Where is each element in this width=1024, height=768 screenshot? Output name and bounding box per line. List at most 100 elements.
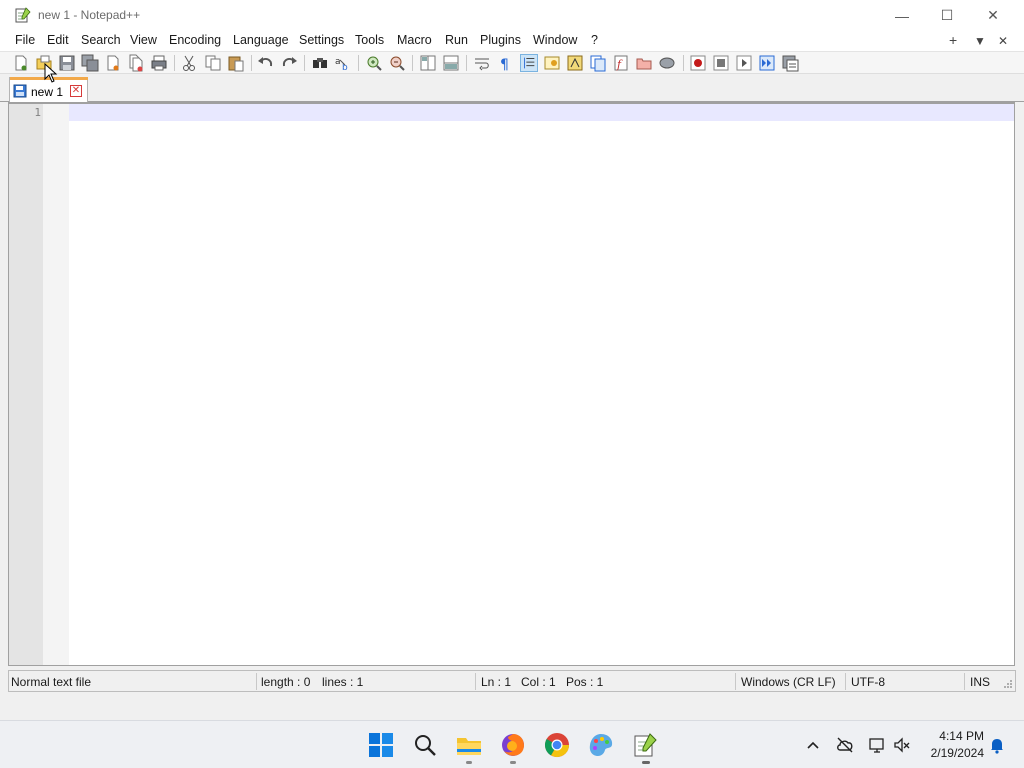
indent-guide-icon[interactable] <box>520 54 538 72</box>
new-tab-button[interactable]: + <box>949 32 957 48</box>
copy-icon[interactable] <box>204 54 222 72</box>
windows-start-icon[interactable] <box>367 731 395 759</box>
menu-file[interactable]: File <box>15 33 35 47</box>
bell-icon[interactable] <box>987 735 1007 755</box>
redo-icon[interactable] <box>280 54 298 72</box>
close-icon: ✕ <box>987 7 999 23</box>
find-icon[interactable] <box>311 54 329 72</box>
close-window-button[interactable]: ✕ <box>970 0 1016 31</box>
show-all-characters-icon[interactable]: ¶ <box>496 54 514 72</box>
close-document-button[interactable]: ✕ <box>998 34 1008 48</box>
menu-plugins[interactable]: Plugins <box>480 33 521 47</box>
save-all-icon[interactable] <box>81 54 99 72</box>
menu-encoding[interactable]: Encoding <box>169 33 221 47</box>
tab-list-button[interactable]: ▼ <box>974 34 986 48</box>
macro-record-icon[interactable] <box>689 54 707 72</box>
paint-icon[interactable] <box>587 731 615 759</box>
status-position: Pos : 1 <box>566 675 604 689</box>
monitoring-icon[interactable] <box>658 54 676 72</box>
search-icon[interactable] <box>411 731 439 759</box>
editor-pane[interactable]: 1 <box>8 102 1015 666</box>
status-length: length : 0 <box>261 675 311 689</box>
zoom-out-icon[interactable] <box>388 54 406 72</box>
new-file-icon[interactable] <box>12 54 30 72</box>
macro-save-icon[interactable] <box>781 54 799 72</box>
status-eol-format[interactable]: Windows (CR LF) <box>741 675 836 689</box>
unsaved-document-icon <box>13 84 27 98</box>
notepad-plus-plus-window: new 1 - Notepad++ — ☐ ✕ File Edit Search… <box>0 0 1024 720</box>
status-insert-mode[interactable]: INS <box>970 675 990 689</box>
cloud-offline-icon[interactable] <box>835 735 855 755</box>
status-separator <box>964 673 965 690</box>
clock-date[interactable]: 2/19/2024 <box>920 746 984 760</box>
menu-macro[interactable]: Macro <box>397 33 432 47</box>
status-encoding[interactable]: UTF-8 <box>851 675 885 689</box>
menu-settings[interactable]: Settings <box>299 33 344 47</box>
minimize-icon: — <box>895 7 909 24</box>
print-icon[interactable] <box>150 54 168 72</box>
window-title: new 1 - Notepad++ <box>38 8 141 22</box>
toolbar-separator <box>174 55 175 71</box>
minimize-button[interactable]: — <box>879 0 925 31</box>
macro-stop-icon[interactable] <box>712 54 730 72</box>
status-line: Ln : 1 <box>481 675 512 689</box>
function-list-icon[interactable]: f <box>612 54 630 72</box>
toolbar-separator <box>412 55 413 71</box>
fold-margin[interactable] <box>43 104 69 665</box>
macro-play-icon[interactable] <box>735 54 753 72</box>
undo-icon[interactable] <box>257 54 275 72</box>
toolbar-separator <box>251 55 252 71</box>
file-explorer-icon[interactable] <box>455 731 483 759</box>
svg-text:¶: ¶ <box>500 57 509 72</box>
toolbar-separator <box>683 55 684 71</box>
resize-grip-icon[interactable] <box>1003 679 1013 689</box>
macro-run-multiple-icon[interactable] <box>758 54 776 72</box>
menu-search[interactable]: Search <box>81 33 121 47</box>
folder-as-workspace-icon[interactable] <box>635 54 653 72</box>
chrome-icon[interactable] <box>543 731 571 759</box>
status-separator <box>256 673 257 690</box>
word-wrap-icon[interactable] <box>473 54 491 72</box>
notepad-plus-plus-app-icon <box>15 7 31 23</box>
menu-window[interactable]: Window <box>533 33 577 47</box>
menu-help[interactable]: ? <box>591 33 598 47</box>
text-area[interactable] <box>69 104 1014 665</box>
volume-muted-icon[interactable] <box>892 735 912 755</box>
running-indicator <box>510 761 516 764</box>
menu-bar: File Edit Search View Encoding Language … <box>0 31 1024 51</box>
line-number: 1 <box>34 106 41 119</box>
chevron-up-icon[interactable] <box>803 735 823 755</box>
status-bar: Normal text file length : 0 lines : 1 Ln… <box>8 670 1016 692</box>
document-list-icon[interactable] <box>589 54 607 72</box>
user-defined-language-icon[interactable] <box>543 54 561 72</box>
close-all-icon[interactable] <box>127 54 145 72</box>
clock-time[interactable]: 4:14 PM <box>928 729 984 743</box>
cut-icon[interactable] <box>181 54 199 72</box>
svg-text:a: a <box>335 57 341 67</box>
firefox-icon[interactable] <box>499 731 527 759</box>
maximize-button[interactable]: ☐ <box>924 0 970 31</box>
close-icon[interactable] <box>104 54 122 72</box>
title-bar[interactable]: new 1 - Notepad++ — ☐ ✕ <box>0 0 1024 31</box>
status-file-type: Normal text file <box>11 675 92 689</box>
replace-icon[interactable]: ab <box>334 54 352 72</box>
sync-vertical-icon[interactable] <box>419 54 437 72</box>
toolbar: ab ¶ f <box>0 51 1024 74</box>
status-separator <box>735 673 736 690</box>
menu-language[interactable]: Language <box>233 33 289 47</box>
running-indicator <box>466 761 472 764</box>
sync-horizontal-icon[interactable] <box>442 54 460 72</box>
zoom-in-icon[interactable] <box>365 54 383 72</box>
menu-edit[interactable]: Edit <box>47 33 69 47</box>
paste-icon[interactable] <box>227 54 245 72</box>
status-column: Col : 1 <box>521 675 556 689</box>
menu-view[interactable]: View <box>130 33 157 47</box>
tab-close-icon[interactable]: ✕ <box>70 85 82 97</box>
notepad-plus-plus-icon[interactable] <box>631 731 659 759</box>
save-icon[interactable] <box>58 54 76 72</box>
menu-run[interactable]: Run <box>445 33 468 47</box>
network-icon[interactable] <box>867 735 887 755</box>
menu-tools[interactable]: Tools <box>355 33 384 47</box>
document-map-icon[interactable] <box>566 54 584 72</box>
taskbar: 4:14 PM 2/19/2024 <box>0 720 1024 768</box>
